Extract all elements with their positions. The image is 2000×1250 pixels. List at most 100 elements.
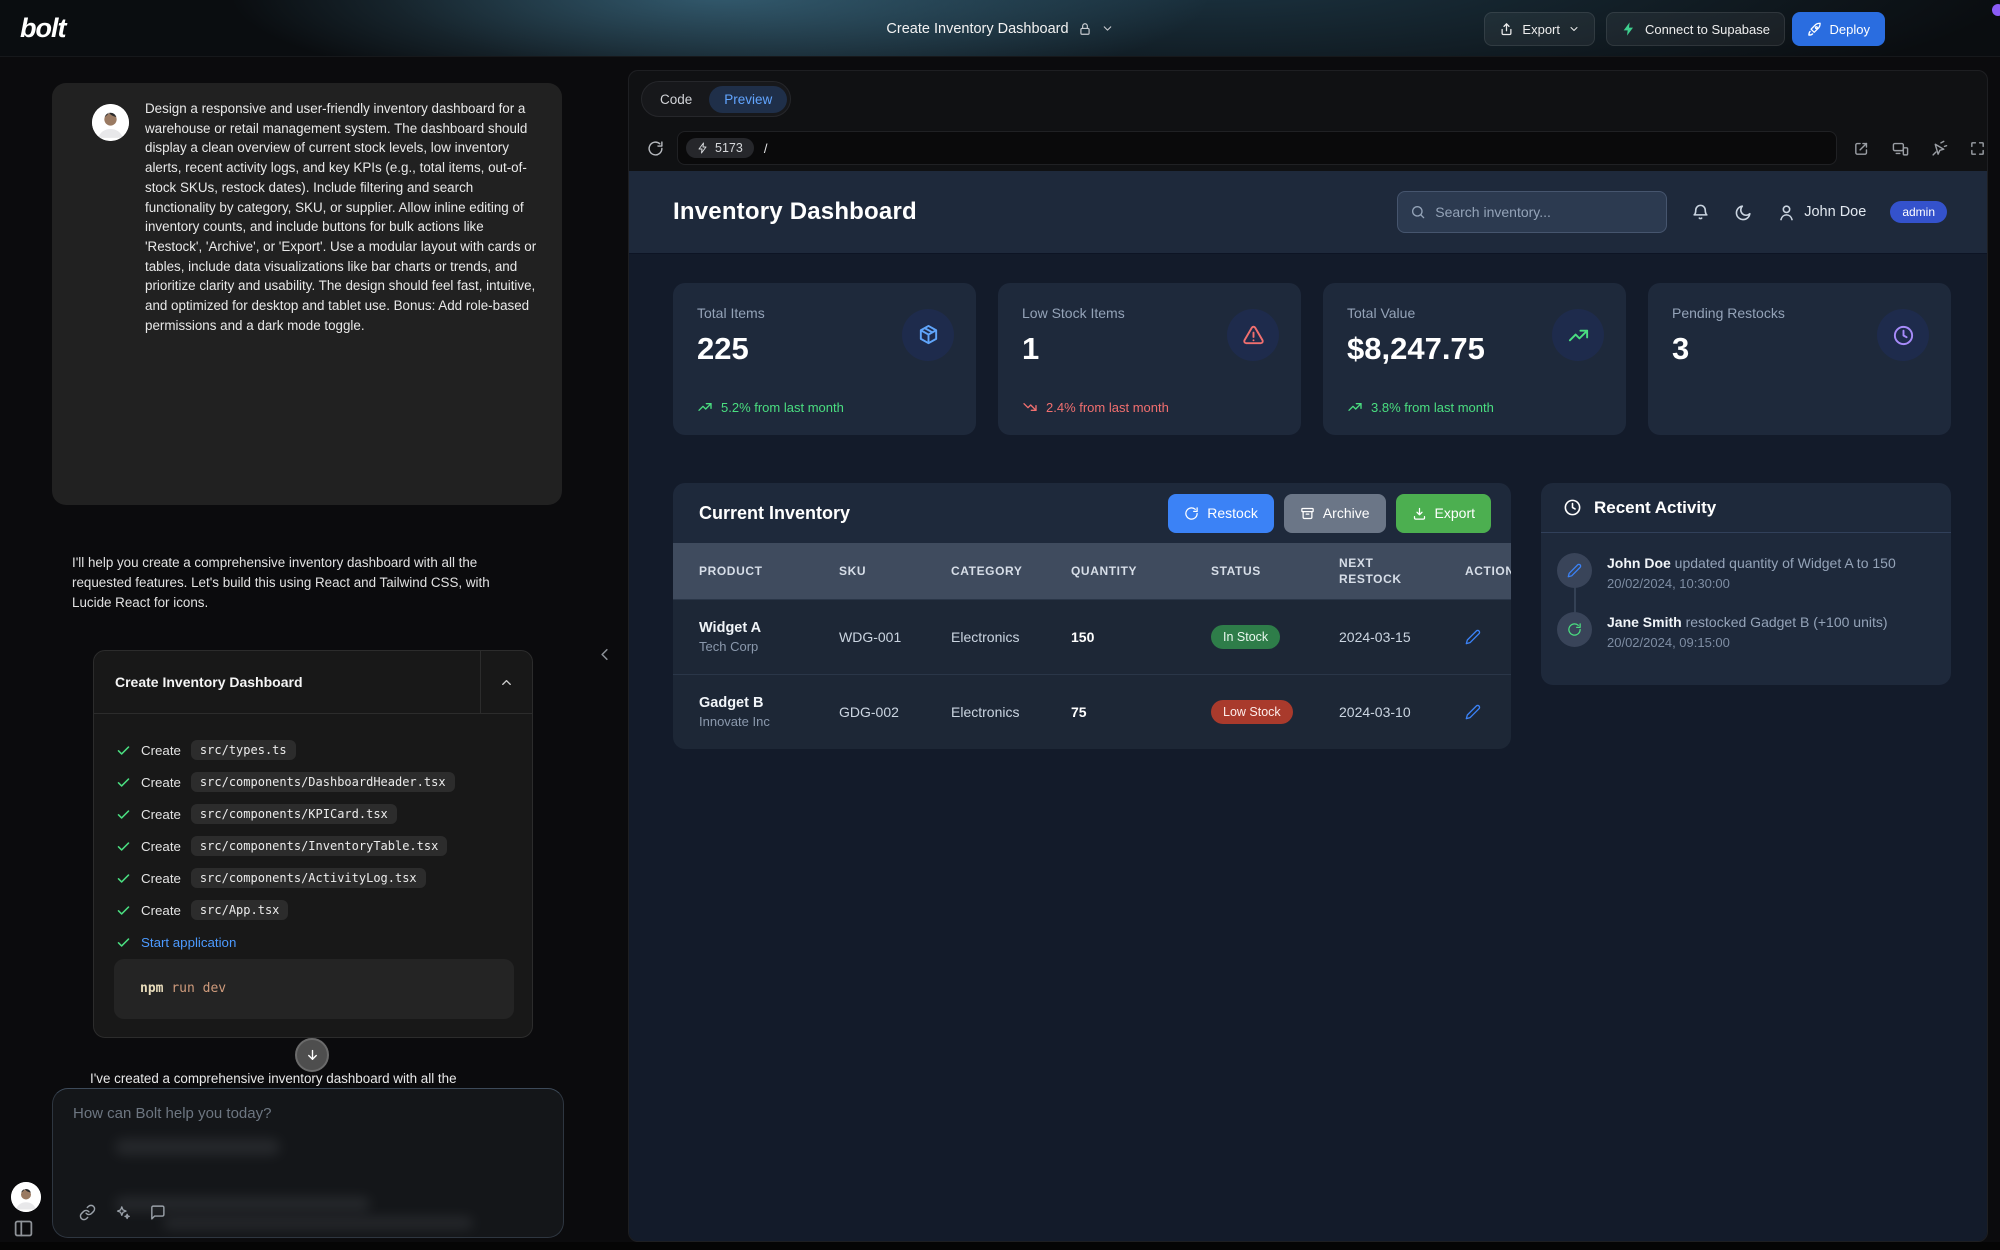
step-file[interactable]: src/components/ActivityLog.tsx	[191, 868, 426, 888]
col-status: Status	[1211, 563, 1301, 579]
supabase-label: Connect to Supabase	[1645, 22, 1770, 37]
user-avatar-small[interactable]	[11, 1182, 41, 1212]
inventory-search[interactable]	[1397, 191, 1667, 233]
kpi-card-pending-restocks: Pending Restocks 3	[1648, 283, 1951, 435]
lock-icon	[1078, 22, 1092, 36]
role-badge[interactable]: admin	[1890, 201, 1947, 223]
quantity-cell[interactable]: 75	[1071, 704, 1211, 720]
clock-icon	[1563, 498, 1582, 517]
plan-title: Create Inventory Dashboard	[94, 674, 480, 690]
upload-icon	[1499, 22, 1514, 37]
status-badge: In Stock	[1211, 625, 1280, 649]
check-icon	[116, 839, 131, 854]
step-file[interactable]: src/components/KPICard.tsx	[191, 804, 397, 824]
kpi-card-total-value: Total Value $8,247.75 3.8% from last mon…	[1323, 283, 1626, 435]
step-file[interactable]: src/types.ts	[191, 740, 296, 760]
inspect-cursor-icon[interactable]	[1931, 140, 1948, 157]
dashboard-title: Inventory Dashboard	[673, 198, 917, 226]
col-next-restock: Next Restock	[1339, 555, 1429, 587]
clock-icon	[1877, 309, 1929, 361]
col-category: Category	[951, 563, 1041, 579]
category-cell: Electronics	[951, 704, 1071, 720]
step-file[interactable]: src/components/DashboardHeader.tsx	[191, 772, 455, 792]
step-action: Create	[141, 775, 181, 790]
restock-date-cell: 2024-03-10	[1339, 704, 1465, 720]
notification-dot	[1992, 4, 2000, 16]
step-file[interactable]: src/App.tsx	[191, 900, 288, 920]
col-product: Product	[699, 563, 789, 579]
collapse-chevron-up-icon[interactable]	[480, 651, 532, 714]
supabase-icon	[1621, 21, 1637, 37]
fullscreen-icon[interactable]	[1969, 140, 1986, 157]
reload-icon[interactable]	[647, 140, 664, 157]
collapse-chat-chevron-left[interactable]	[595, 645, 614, 664]
start-application-link[interactable]: Start application	[141, 935, 236, 950]
user-chip[interactable]: John Doe	[1777, 203, 1866, 222]
scroll-to-bottom-button[interactable]	[295, 1038, 329, 1072]
kpi-card-low-stock: Low Stock Items 1 2.4% from last month	[998, 283, 1301, 435]
restock-date-cell: 2024-03-15	[1339, 629, 1465, 645]
chevron-down-icon[interactable]	[1101, 22, 1114, 35]
open-external-icon[interactable]	[1853, 140, 1870, 157]
archive-button[interactable]: Archive	[1284, 494, 1386, 533]
kpi-trend: 5.2% from last month	[697, 399, 844, 415]
url-bar[interactable]: 5173 /	[677, 131, 1837, 165]
recent-activity-panel: Recent Activity John Doe updated quantit…	[1541, 483, 1951, 685]
search-input[interactable]	[1435, 204, 1654, 220]
panel-left-icon[interactable]	[13, 1218, 34, 1239]
user-message: Design a responsive and user-friendly in…	[52, 83, 562, 505]
tab-preview[interactable]: Preview	[709, 86, 787, 113]
dark-mode-toggle-moon-icon[interactable]	[1734, 203, 1753, 222]
port-pill[interactable]: 5173	[686, 138, 754, 158]
product-name: Gadget B	[699, 695, 839, 711]
plan-header[interactable]: Create Inventory Dashboard	[94, 651, 532, 714]
export-button[interactable]: Export	[1484, 12, 1595, 46]
current-inventory-panel: Current Inventory Restock Archive Export	[673, 483, 1511, 749]
chat-input[interactable]	[73, 1105, 513, 1165]
restock-button[interactable]: Restock	[1168, 494, 1274, 533]
assistant-outro: I've created a comprehensive inventory d…	[90, 1071, 540, 1086]
search-icon	[1410, 204, 1426, 220]
step-action: Create	[141, 839, 181, 854]
step-action: Create	[141, 743, 181, 758]
check-icon	[116, 903, 131, 918]
export-table-button[interactable]: Export	[1396, 494, 1491, 533]
link-icon[interactable]	[79, 1204, 96, 1221]
table-row[interactable]: Widget A Tech Corp WDG-001 Electronics 1…	[673, 599, 1511, 674]
responsive-devices-icon[interactable]	[1891, 140, 1910, 157]
plan-step: Create src/components/ActivityLog.tsx	[116, 866, 426, 890]
connect-supabase-button[interactable]: Connect to Supabase	[1606, 12, 1785, 46]
trending-down-icon	[1022, 399, 1038, 415]
check-icon	[116, 775, 131, 790]
activity-actor: John Doe	[1607, 555, 1671, 571]
activity-action: updated quantity of Widget A to 150	[1671, 555, 1896, 571]
chat-input-box[interactable]	[52, 1088, 564, 1238]
activity-timestamp: 20/02/2024, 09:15:00	[1607, 635, 1888, 650]
activity-action: restocked Gadget B (+100 units)	[1682, 614, 1888, 630]
sparkles-icon[interactable]	[114, 1204, 131, 1221]
table-header-row: Product SKU Category Quantity Status Nex…	[673, 543, 1511, 599]
step-file[interactable]: src/components/InventoryTable.tsx	[191, 836, 447, 856]
chevron-down-icon	[1568, 23, 1580, 35]
check-icon	[116, 807, 131, 822]
ghost-suggestion	[163, 1217, 473, 1229]
tab-code[interactable]: Code	[645, 86, 707, 113]
plan-step-start: Start application	[116, 930, 236, 954]
quantity-cell[interactable]: 150	[1071, 629, 1211, 645]
edit-pencil-icon[interactable]	[1465, 629, 1511, 645]
table-row[interactable]: Gadget B Innovate Inc GDG-002 Electronic…	[673, 674, 1511, 749]
deploy-button[interactable]: Deploy	[1792, 12, 1885, 46]
bell-icon[interactable]	[1691, 203, 1710, 222]
supplier-name: Tech Corp	[699, 639, 839, 654]
user-name: John Doe	[1804, 204, 1866, 220]
export-label: Export	[1522, 22, 1560, 37]
zap-icon	[697, 142, 709, 154]
edit-pencil-icon[interactable]	[1465, 704, 1511, 720]
chat-icon[interactable]	[149, 1204, 166, 1221]
download-icon	[1412, 506, 1427, 521]
arrow-down-icon	[305, 1048, 320, 1063]
activity-item: John Doe updated quantity of Widget A to…	[1557, 553, 1896, 591]
activity-header: Recent Activity	[1541, 483, 1951, 533]
chat-input-toolbar	[79, 1204, 166, 1221]
check-icon	[116, 743, 131, 758]
